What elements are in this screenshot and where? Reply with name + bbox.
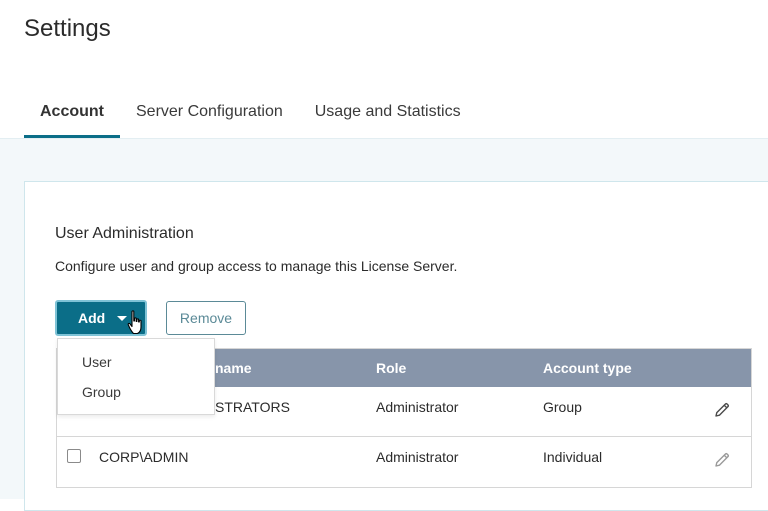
- tab-usage-and-statistics[interactable]: Usage and Statistics: [299, 100, 477, 139]
- tab-account[interactable]: Account: [24, 100, 120, 139]
- row-name: STRATORS: [215, 399, 290, 415]
- settings-tabs: Account Server Configuration Usage and S…: [24, 100, 477, 139]
- row-name: CORP\ADMIN: [99, 449, 189, 465]
- section-description: Configure user and group access to manag…: [55, 258, 458, 274]
- hand-pointer-icon: [127, 310, 142, 335]
- row-checkbox[interactable]: [67, 449, 81, 463]
- page-title: Settings: [24, 15, 111, 42]
- row-account-type: Individual: [543, 449, 603, 465]
- add-dropdown-menu: User Group: [57, 338, 215, 415]
- remove-button[interactable]: Remove: [166, 301, 246, 335]
- row-role: Administrator: [376, 449, 459, 465]
- column-header-account-type[interactable]: Account type: [543, 360, 632, 376]
- menu-item-group[interactable]: Group: [82, 384, 121, 400]
- column-header-role[interactable]: Role: [376, 360, 406, 376]
- chevron-down-icon: [117, 315, 128, 321]
- section-title: User Administration: [55, 225, 194, 242]
- column-header-name[interactable]: name: [215, 360, 252, 376]
- tab-server-configuration[interactable]: Server Configuration: [120, 100, 299, 139]
- row-account-type: Group: [543, 399, 582, 415]
- table-row: CORP\ADMIN Administrator Individual: [57, 437, 751, 486]
- pencil-icon[interactable]: [713, 451, 731, 469]
- pencil-icon[interactable]: [713, 401, 731, 419]
- add-button-label: Add: [78, 310, 106, 326]
- menu-item-user[interactable]: User: [82, 354, 112, 370]
- row-role: Administrator: [376, 399, 459, 415]
